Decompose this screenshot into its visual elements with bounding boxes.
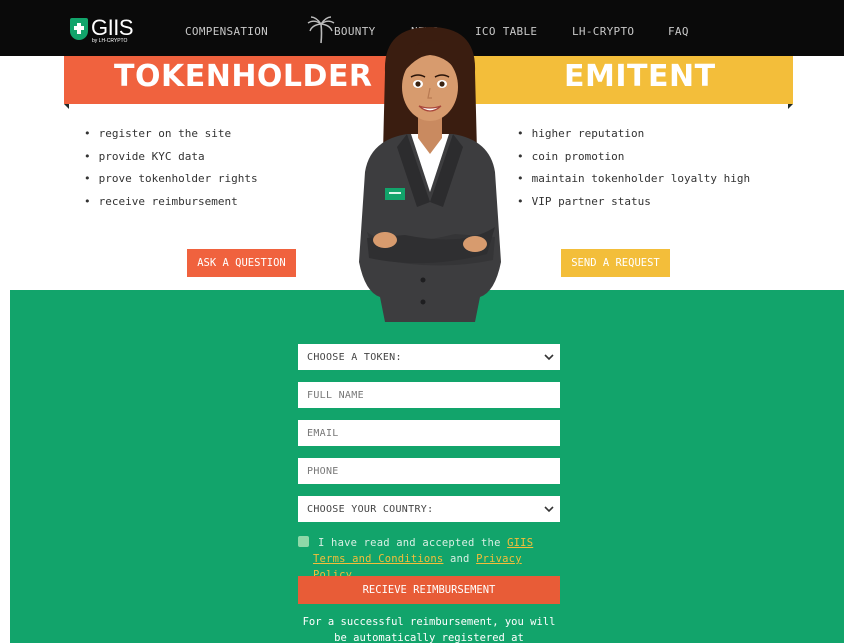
emitent-title: EMITENT xyxy=(564,59,716,94)
palm-tree-icon xyxy=(307,16,335,44)
agree-prefix: I have read and accepted the xyxy=(318,537,501,549)
token-select-label: CHOOSE A TOKEN: xyxy=(307,351,402,363)
emitent-benefits-list: higher reputation coin promotion maintai… xyxy=(517,127,751,218)
full-name-input[interactable]: FULL NAME xyxy=(298,382,560,408)
nav-item-faq[interactable]: FAQ xyxy=(668,25,689,38)
chevron-down-icon xyxy=(544,354,554,361)
registration-note: For a successful reimbursement, you will… xyxy=(302,616,556,643)
country-select[interactable]: CHOOSE YOUR COUNTRY: xyxy=(298,496,560,522)
receive-reimbursement-button[interactable]: RECIEVE REIMBURSEMENT xyxy=(298,576,560,604)
ask-question-button[interactable]: ASK A QUESTION xyxy=(187,249,296,277)
tokenholder-steps-list: register on the site provide KYC data pr… xyxy=(84,127,258,217)
list-item: coin promotion xyxy=(517,150,750,173)
list-item: provide KYC data xyxy=(84,150,258,173)
token-select[interactable]: CHOOSE A TOKEN: xyxy=(298,344,560,370)
country-select-label: CHOOSE YOUR COUNTRY: xyxy=(307,503,434,515)
assistant-woman-illustration xyxy=(359,27,501,322)
giis-logo[interactable]: GIIS by LH-CRYPTO xyxy=(70,15,134,44)
tokenholder-title: TOKENHOLDER xyxy=(114,59,373,94)
nav-item-compensation[interactable]: COMPENSATION xyxy=(185,25,268,38)
banner-fold-left xyxy=(64,104,69,109)
giis-link[interactable]: GIIS xyxy=(507,537,533,549)
agree-and: and xyxy=(449,553,470,565)
chevron-down-icon xyxy=(544,506,554,513)
list-item: higher reputation xyxy=(517,127,750,150)
medical-cross-shield-icon xyxy=(70,18,88,40)
logo-subtitle: by LH-CRYPTO xyxy=(92,38,128,44)
list-item: VIP partner status xyxy=(517,195,750,218)
list-item: prove tokenholder rights xyxy=(84,172,258,195)
terms-checkbox[interactable] xyxy=(298,536,309,547)
terms-link[interactable]: Terms and Conditions xyxy=(313,553,443,565)
list-item: maintain tokenholder loyalty high xyxy=(517,172,751,195)
logo-title: GIIS xyxy=(91,15,134,40)
list-item: register on the site xyxy=(84,127,258,150)
nav-item-lh-crypto[interactable]: LH-CRYPTO xyxy=(572,25,634,38)
banner-fold-right xyxy=(788,104,793,109)
email-input[interactable]: EMAIL xyxy=(298,420,560,446)
list-item: receive reimbursement xyxy=(84,195,258,218)
send-request-button[interactable]: SEND A REQUEST xyxy=(561,249,670,277)
phone-input[interactable]: PHONE xyxy=(298,458,560,484)
